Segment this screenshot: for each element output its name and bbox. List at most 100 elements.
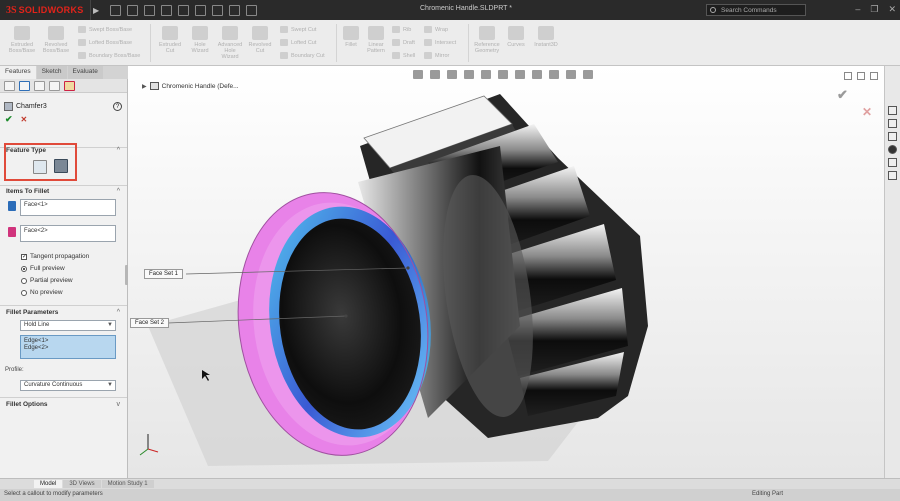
close-icon[interactable]: ✕ [888,4,896,15]
edges-list[interactable]: Edge<1> Edge<2> [20,335,116,359]
lofted-boss-button[interactable]: Lofted Boss/Base [78,39,132,46]
tab-motion-study[interactable]: Motion Study 1 [101,480,154,488]
intersect-button[interactable]: Intersect [424,39,456,46]
print-icon[interactable] [177,4,189,16]
part-model[interactable] [128,66,884,478]
ribbon-label: Mirror [435,52,450,59]
graphics-area[interactable]: ▶ Chromenic Handle (Defe... ✔ ✕ Face Set… [128,66,884,478]
curves-button[interactable]: Curves [504,26,528,48]
items-to-fillet-header[interactable]: Items To Fillet ^ [2,186,126,197]
no-preview-radio[interactable]: No preview [21,289,63,296]
face-set2-swatch-icon [8,227,16,237]
advanced-hole-button[interactable]: Advanced Hole Wizard [216,26,244,60]
undo-icon[interactable] [194,4,206,16]
fillet-button[interactable]: Fillet [340,26,362,48]
collapse-chevron-icon[interactable]: ^ [117,309,120,316]
appearances-icon[interactable] [888,145,897,154]
cancel-x-icon[interactable]: ✕ [21,115,28,124]
edge-item[interactable]: Edge<2> [24,345,112,352]
tab-model[interactable]: Model [34,480,63,488]
edge-item[interactable]: Edge<1> [24,338,112,345]
face-set1-callout[interactable]: Face Set 1 [144,269,184,279]
mirror-button[interactable]: Mirror [424,52,449,59]
constant-size-fillet-icon[interactable] [33,160,47,174]
property-manager-icon[interactable] [19,80,30,91]
revolved-boss-button[interactable]: Revolved Boss/Base [40,26,72,54]
shell-button[interactable]: Shell [392,52,415,59]
wrap-button[interactable]: Wrap [424,26,448,33]
search-commands-input[interactable]: Search Commands [706,4,806,16]
tab-evaluate[interactable]: Evaluate [67,66,103,79]
boundary-cut-button[interactable]: Boundary Cut [280,52,325,59]
collapse-chevron-icon[interactable]: ^ [117,147,120,154]
design-library-icon[interactable] [888,119,897,128]
open-folder-icon[interactable] [143,4,155,16]
advanced-hole-icon [222,26,238,40]
face-set1-item[interactable]: Face<1> [24,202,48,208]
rib-button[interactable]: Rib [392,26,411,33]
swept-cut-button[interactable]: Swept Cut [280,26,316,33]
variable-size-fillet-icon[interactable] [54,159,68,173]
help-icon[interactable]: ? [113,101,122,111]
swept-boss-button[interactable]: Swept Boss/Base [78,26,132,33]
face-set2-item[interactable]: Face<2> [24,228,48,234]
minimize-icon[interactable]: – [855,4,860,15]
menu-arrow-icon[interactable]: ▶ [89,0,102,20]
ok-check-icon[interactable]: ✔ [5,114,13,125]
options-gear-icon[interactable] [245,4,257,16]
feature-type-header[interactable]: Feature Type ^ [2,145,126,156]
instant3d-button[interactable]: Instant3D [532,26,560,48]
ribbon-label: Revolved Boss/Base [42,42,70,54]
display-manager-icon[interactable] [64,80,75,91]
draft-button[interactable]: Draft [392,39,415,46]
status-mode: Editing Part [752,491,784,497]
section-divider [0,397,127,398]
extruded-boss-button[interactable]: Extruded Boss/Base [6,26,38,54]
fillet-method-select[interactable]: Hold Line ▼ [20,320,116,331]
status-bar: Select a callout to modify parameters Ed… [0,489,900,501]
file-explorer-icon[interactable] [888,132,897,141]
restore-icon[interactable]: ❐ [870,4,878,15]
fillet-options-header[interactable]: Fillet Options v [2,399,126,410]
tab-features[interactable]: Features [0,66,36,79]
new-document-icon[interactable] [126,4,138,16]
feature-manager-icon[interactable] [4,80,15,91]
face-set1-list[interactable]: Face<1> [20,199,116,216]
solidworks-resources-icon[interactable] [888,106,897,115]
extruded-cut-icon [162,26,178,40]
extruded-cut-button[interactable]: Extruded Cut [156,26,184,54]
partial-preview-radio[interactable]: Partial preview [21,277,73,284]
view-palette-icon[interactable] [888,171,897,180]
custom-properties-icon[interactable] [888,158,897,167]
rebuild-icon[interactable] [228,4,240,16]
solidworks-logo[interactable]: 3S SOLIDWORKS [0,0,90,20]
save-icon[interactable] [160,4,172,16]
revolved-cut-button[interactable]: Revolved Cut [246,26,274,54]
tangent-propagation-checkbox[interactable]: ✓ Tangent propagation [21,253,89,260]
hole-wizard-button[interactable]: Hole Wizard [186,26,214,54]
home-icon[interactable] [109,4,121,16]
face-set2-list[interactable]: Face<2> [20,225,116,242]
ribbon-label: Reference Geometry [474,42,500,54]
face-set2-callout[interactable]: Face Set 2 [130,318,170,328]
wrap-icon [424,26,432,33]
select-arrow-icon[interactable] [211,4,223,16]
configuration-manager-icon[interactable] [34,80,45,91]
full-preview-radio[interactable]: Full preview [21,265,65,272]
tab-3d-views[interactable]: 3D Views [63,480,101,488]
expand-chevron-icon[interactable]: v [117,401,121,408]
lofted-cut-button[interactable]: Lofted Cut [280,39,316,46]
collapse-chevron-icon[interactable]: ^ [117,188,120,195]
ribbon-label: Wrap [435,26,449,33]
reference-geometry-button[interactable]: Reference Geometry [472,26,502,54]
profile-select[interactable]: Curvature Continuous ▼ [20,380,116,391]
boundary-boss-button[interactable]: Boundary Boss/Base [78,52,140,59]
ribbon-label: Hole Wizard [191,42,209,54]
dimxpert-icon[interactable] [49,80,60,91]
shell-icon [392,52,400,59]
ds-logo-icon: 3S [6,4,17,16]
tab-sketch[interactable]: Sketch [36,66,67,79]
loft-icon [78,39,86,46]
linear-pattern-button[interactable]: Linear Pattern [364,26,388,54]
fillet-parameters-header[interactable]: Fillet Parameters ^ [2,307,126,318]
